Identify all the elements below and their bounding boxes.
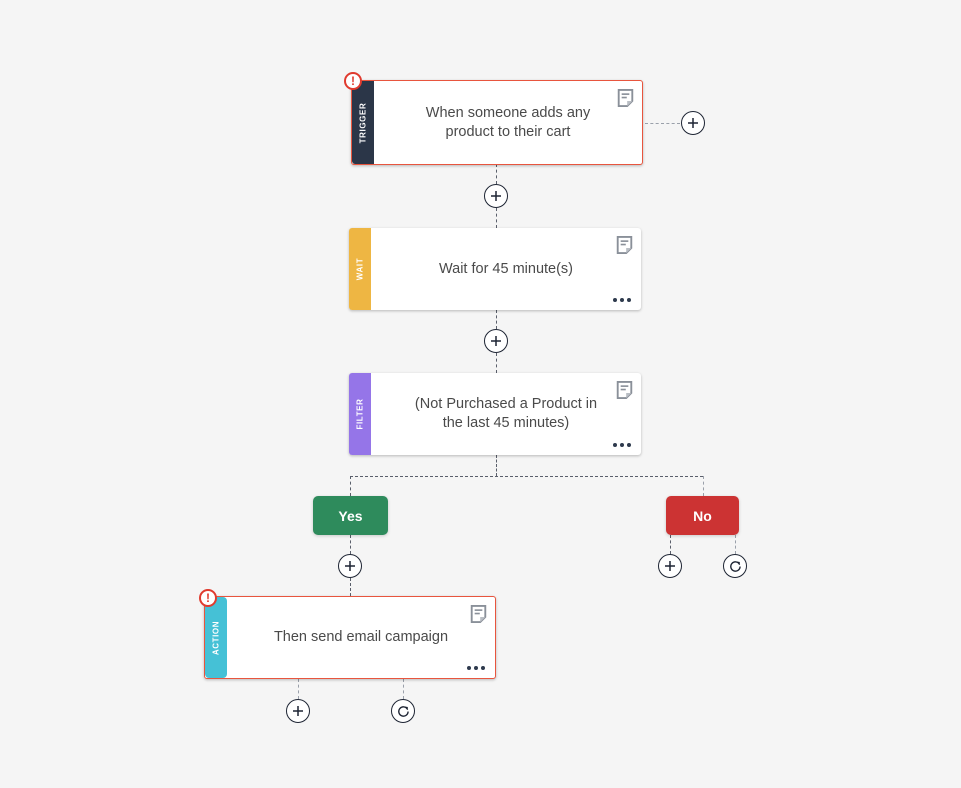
node-wait-menu-button[interactable] [613, 298, 631, 302]
dot [481, 666, 485, 670]
dot [613, 443, 617, 447]
connector-trigger-down-b [496, 208, 497, 228]
node-wait-body: Wait for 45 minute(s) [371, 228, 641, 310]
plus-icon [491, 336, 501, 346]
node-wait-title: Wait for 45 minute(s) [438, 260, 574, 277]
node-action-error-badge[interactable]: ! [199, 589, 217, 607]
branch-no-button[interactable]: No [666, 496, 739, 535]
connector-action-down-a [298, 679, 299, 699]
connector-filter-down [496, 455, 497, 476]
node-filter-kind-strip: FILTER [349, 373, 371, 455]
dot [474, 666, 478, 670]
add-step-button-wait-filter[interactable] [484, 329, 508, 353]
dot [467, 666, 471, 670]
node-trigger-title: When someone adds any product to their c… [425, 104, 591, 140]
refresh-icon [729, 560, 741, 572]
dot [620, 443, 624, 447]
connector-branch-bus [350, 476, 703, 477]
refresh-icon [397, 705, 409, 717]
rerun-branch-button-action[interactable] [391, 699, 415, 723]
node-trigger-kind-strip: TRIGGER [352, 81, 374, 164]
node-action-menu-button[interactable] [467, 666, 485, 670]
node-action-kind-label: ACTION [211, 620, 221, 655]
branch-yes-button[interactable]: Yes [313, 496, 388, 535]
node-wait[interactable]: WAIT Wait for 45 minute(s) [349, 228, 641, 310]
connector-bus-to-no [703, 476, 704, 496]
connector-yes-down-a [350, 535, 351, 554]
connector-no-down-b [735, 535, 736, 554]
node-filter-body: (Not Purchased a Product in the last 45 … [371, 373, 641, 455]
connector-trigger-down-a [496, 164, 497, 184]
plus-icon [345, 561, 355, 571]
node-action[interactable]: ACTION Then send email campaign [204, 596, 496, 679]
dot [613, 298, 617, 302]
connector-bus-to-yes [350, 476, 351, 496]
node-trigger[interactable]: TRIGGER When someone adds any product to… [351, 80, 643, 165]
add-step-button-action[interactable] [286, 699, 310, 723]
plus-icon [491, 191, 501, 201]
connector-action-down-b [403, 679, 404, 699]
add-step-button-yes[interactable] [338, 554, 362, 578]
node-filter[interactable]: FILTER (Not Purchased a Product in the l… [349, 373, 641, 455]
note-icon[interactable] [616, 381, 633, 399]
node-filter-title: (Not Purchased a Product in the last 45 … [414, 396, 598, 431]
connector-wait-down-a [496, 310, 497, 329]
connector-yes-down-b [350, 578, 351, 596]
connector-no-down-a [670, 535, 671, 554]
node-action-body: Then send email campaign [227, 597, 495, 678]
node-trigger-kind-label: TRIGGER [358, 102, 368, 143]
node-filter-menu-button[interactable] [613, 443, 631, 447]
workflow-canvas: TRIGGER When someone adds any product to… [0, 0, 961, 788]
node-wait-kind-strip: WAIT [349, 228, 371, 310]
plus-icon [665, 561, 675, 571]
dot [627, 298, 631, 302]
dot [620, 298, 624, 302]
node-action-kind-strip: ACTION [205, 597, 227, 678]
connector-wait-down-b [496, 353, 497, 373]
note-icon[interactable] [470, 605, 487, 623]
note-icon[interactable] [616, 236, 633, 254]
plus-icon [293, 706, 303, 716]
note-icon[interactable] [617, 89, 634, 107]
rerun-branch-button-no[interactable] [723, 554, 747, 578]
node-trigger-error-badge[interactable]: ! [344, 72, 362, 90]
add-step-button-trigger-right[interactable] [681, 111, 705, 135]
node-action-title: Then send email campaign [273, 629, 449, 646]
add-step-button-trigger-wait[interactable] [484, 184, 508, 208]
connector-trigger-right [645, 123, 680, 124]
plus-icon [688, 118, 698, 128]
node-wait-kind-label: WAIT [355, 257, 365, 281]
node-filter-kind-label: FILTER [355, 398, 365, 430]
dot [627, 443, 631, 447]
node-trigger-body: When someone adds any product to their c… [374, 81, 642, 164]
add-step-button-no[interactable] [658, 554, 682, 578]
